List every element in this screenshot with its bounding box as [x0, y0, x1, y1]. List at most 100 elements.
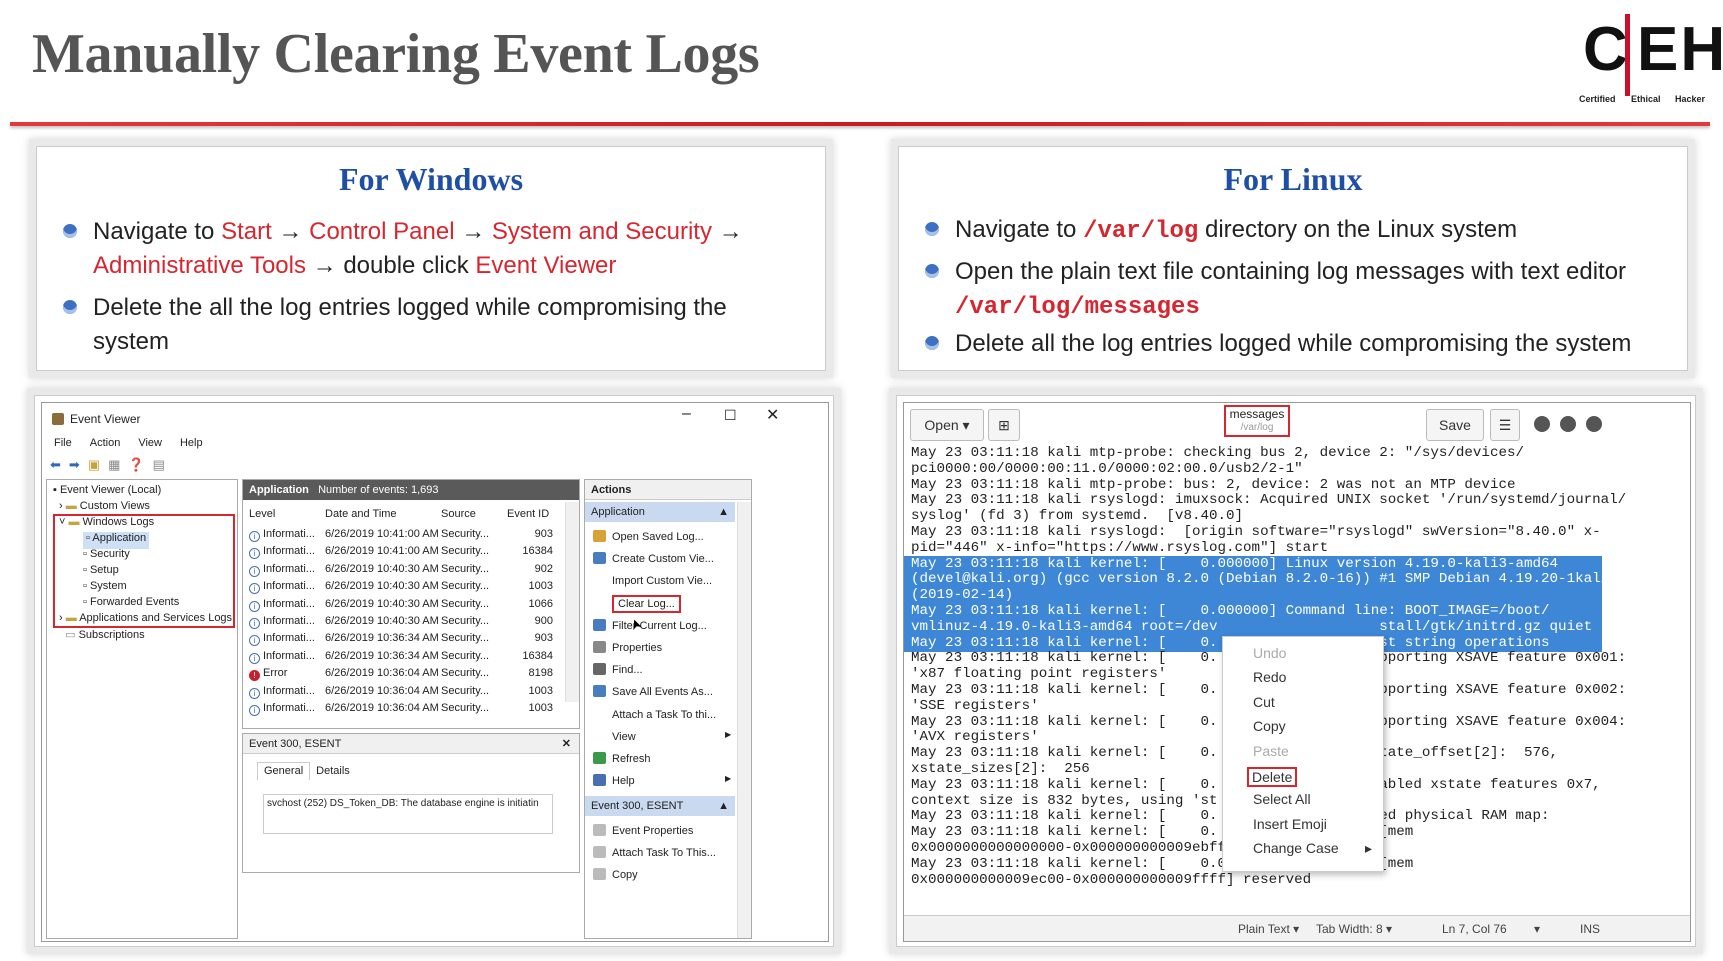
tab-general[interactable]: General [257, 762, 311, 780]
menu-item-select-all[interactable]: Select All [1253, 791, 1311, 807]
error-icon: ! [249, 670, 260, 682]
action-copy[interactable]: Copy [593, 868, 638, 881]
event-cell: 6/26/2019 10:40:30 AM [325, 615, 439, 627]
link-start: Start [221, 218, 272, 245]
maximize-icon[interactable] [1560, 416, 1576, 432]
event-cell: 16384 [522, 545, 553, 558]
event-cell: Informati... [263, 615, 315, 627]
actions-group-application[interactable]: Application ▲ [585, 502, 735, 522]
event-row[interactable]: ! Error 6/26/2019 10:36:04 AM Security... 81… [249, 667, 553, 684]
menu-help[interactable]: Help [180, 437, 203, 449]
actions-group-event[interactable]: Event 300, ESENT ▲ [585, 796, 735, 816]
event-viewer-app-icon [52, 413, 64, 425]
tree-item-subscriptions[interactable]: ▭ Subscriptions [59, 628, 145, 645]
bullet-icon [925, 222, 939, 236]
link-system-security: System and Security [491, 218, 712, 245]
menu-item-copy[interactable]: Copy [1253, 718, 1286, 734]
minimize-icon[interactable] [1534, 416, 1550, 432]
log-line: 0x000000000009ec00-0x000000000009ffff] r… [911, 871, 1312, 888]
event-cell: Informati... [263, 632, 315, 645]
events-scrollbar[interactable] [565, 502, 579, 702]
windows-card: For Windows Navigate to Start → Control … [36, 146, 826, 371]
event-row[interactable]: i Informati... 6/26/2019 10:36:34 AM Securi… [249, 632, 553, 649]
detail-tabs: General Details [257, 762, 356, 780]
menu-item-cut[interactable]: Cut [1253, 694, 1275, 710]
menu-item-redo[interactable]: Redo [1253, 669, 1286, 685]
action-refresh[interactable]: Refresh [593, 752, 651, 765]
menu-item-paste[interactable]: Paste [1253, 743, 1289, 759]
col-level[interactable]: Level [249, 508, 325, 520]
action-clear-log[interactable]: Clear Log... [593, 594, 681, 613]
action-create-custom-vie[interactable]: Create Custom Vie... [593, 552, 714, 565]
tab-details[interactable]: Details [310, 762, 356, 780]
forward-arrow-icon[interactable]: ➡ [69, 457, 80, 473]
panel-icon[interactable]: ▤ [153, 457, 165, 473]
minimize-icon[interactable]: – [682, 405, 691, 423]
event-row[interactable]: i Informati... 6/26/2019 10:41:00 AM Securi… [249, 545, 553, 562]
event-row[interactable]: i Informati... 6/26/2019 10:40:30 AM Securi… [249, 615, 553, 632]
path-var-log-messages: /var/log/messages [955, 294, 1200, 321]
back-arrow-icon[interactable]: ⬅ [50, 457, 61, 473]
tree-item-local[interactable]: ▪ Event Viewer (Local) [53, 484, 161, 501]
action-icon [593, 707, 606, 720]
action-icon [593, 530, 606, 542]
menu-view[interactable]: View [138, 437, 162, 449]
menu-bar: File Action View Help [54, 437, 203, 449]
file-title: messages /var/log [1224, 405, 1290, 437]
action-save-all-events-as[interactable]: Save All Events As... [593, 685, 713, 698]
detail-close-icon[interactable]: ✕ [562, 734, 571, 754]
info-icon: i [249, 635, 260, 647]
info-icon: i [249, 687, 260, 699]
action-properties[interactable]: Properties [593, 641, 662, 654]
event-cell: 6/26/2019 10:36:04 AM [325, 667, 439, 680]
action-view[interactable]: View ▶ [593, 729, 731, 743]
action-attach-a-task-to-thi[interactable]: Attach a Task To thi... [593, 707, 716, 721]
status-language[interactable]: Plain Text ▾ [1238, 922, 1299, 936]
menu-item-insert-emoji[interactable]: Insert Emoji [1253, 816, 1327, 832]
event-cell: 1066 [528, 597, 553, 610]
event-row[interactable]: i Informati... 6/26/2019 10:36:04 AM Securi… [249, 685, 553, 702]
status-dropdown-icon[interactable]: ▾ [1534, 922, 1540, 936]
action-find[interactable]: Find... [593, 663, 643, 676]
status-tab-width[interactable]: Tab Width: 8 ▾ [1316, 922, 1392, 936]
event-row[interactable]: i Informati... 6/26/2019 10:40:30 AM Securi… [249, 563, 553, 580]
menu-item-delete[interactable]: Delete [1247, 767, 1298, 787]
action-attach-task-to-this[interactable]: Attach Task To This... [593, 846, 716, 859]
link-admin-tools: Administrative Tools [93, 252, 306, 279]
bullet-icon [925, 264, 939, 278]
help-icon[interactable]: ❓ [128, 457, 144, 473]
action-icon [593, 774, 606, 787]
action-icon [593, 846, 606, 858]
grid-icon[interactable]: ▦ [108, 457, 120, 473]
maximize-icon[interactable]: ☐ [724, 407, 737, 424]
menu-item-undo[interactable]: Undo [1253, 645, 1286, 661]
col-source[interactable]: Source [441, 508, 507, 520]
action-open-saved-log[interactable]: Open Saved Log... [593, 530, 704, 543]
event-row[interactable]: i Informati... 6/26/2019 10:36:04 AM Securi… [249, 702, 553, 719]
event-row[interactable]: i Informati... 6/26/2019 10:40:30 AM Securi… [249, 598, 553, 615]
action-event-properties[interactable]: Event Properties [593, 824, 693, 837]
hamburger-menu-icon[interactable]: ☰ [1490, 409, 1520, 441]
action-filter-current-log[interactable]: Filter Current Log... [593, 618, 707, 632]
action-icon [593, 596, 606, 609]
action-import-custom-vie[interactable]: Import Custom Vie... [593, 574, 712, 587]
menu-item-change-case[interactable]: Change Case ▸ [1253, 840, 1372, 856]
actions-scrollbar[interactable] [737, 502, 751, 938]
menu-file[interactable]: File [54, 437, 72, 449]
close-icon[interactable]: ✕ [766, 405, 779, 425]
event-row[interactable]: i Informati... 6/26/2019 10:40:30 AM Securi… [249, 580, 553, 597]
col-date[interactable]: Date and Time [325, 508, 441, 520]
action-help[interactable]: Help ▶ [593, 774, 731, 787]
folder-icon[interactable]: ▣ [88, 457, 100, 473]
event-row[interactable]: i Informati... 6/26/2019 10:36:34 AM Securi… [249, 650, 553, 667]
event-row[interactable]: i Informati... 6/26/2019 10:41:00 AM Securi… [249, 528, 553, 545]
info-icon: i [249, 600, 260, 612]
save-button[interactable]: Save [1426, 409, 1484, 441]
menu-action[interactable]: Action [90, 437, 121, 449]
logo-letter-c: C [1583, 15, 1630, 84]
open-button[interactable]: Open ▾ [910, 409, 984, 441]
new-tab-icon[interactable]: ⊞ [988, 409, 1020, 441]
close-icon[interactable] [1586, 416, 1602, 432]
event-cell: 6/26/2019 10:40:30 AM [325, 580, 439, 593]
col-event-id[interactable]: Event ID [507, 508, 567, 520]
